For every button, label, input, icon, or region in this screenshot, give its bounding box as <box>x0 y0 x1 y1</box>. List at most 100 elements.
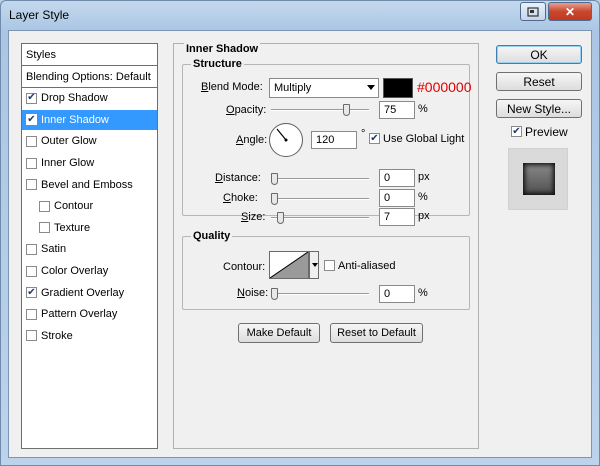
style-item-label: Satin <box>41 243 67 256</box>
style-item[interactable]: Outer Glow <box>22 131 157 153</box>
distance-label: Distance: <box>215 172 261 184</box>
panel-title: Inner Shadow <box>184 43 261 55</box>
size-unit: px <box>418 210 430 222</box>
styles-header[interactable]: Styles <box>22 44 157 66</box>
noise-slider-thumb[interactable] <box>271 288 278 300</box>
color-hex-label: #000000 <box>417 79 472 95</box>
blend-mode-value: Multiply <box>274 82 312 94</box>
structure-group: Structure Blend Mode: Multiply #000000 O… <box>182 58 472 226</box>
style-item-label: Outer Glow <box>41 135 97 148</box>
reset-to-default-button[interactable]: Reset to Default <box>330 323 423 343</box>
preview-swatch <box>523 163 555 195</box>
style-item[interactable]: Bevel and Emboss <box>22 174 157 196</box>
blend-mode-select[interactable]: Multiply <box>269 78 379 98</box>
distance-slider-thumb[interactable] <box>271 173 278 185</box>
style-item[interactable]: Texture <box>22 218 157 240</box>
style-item-checkbox[interactable] <box>26 265 37 277</box>
opacity-slider[interactable] <box>271 104 369 116</box>
style-item-label: Pattern Overlay <box>41 308 118 321</box>
dialog-body: Styles Blending Options: Default ✔ Drop S… <box>8 30 592 458</box>
distance-unit: px <box>418 171 430 183</box>
noise-unit: % <box>418 287 428 299</box>
make-default-button[interactable]: Make Default <box>238 323 320 343</box>
style-item-label: Bevel and Emboss <box>41 178 133 191</box>
blend-mode-label: Blend Mode: <box>201 81 263 93</box>
size-slider-thumb[interactable] <box>277 212 284 224</box>
style-item-label: Gradient Overlay <box>41 286 125 299</box>
preview-checkbox[interactable]: ✔ <box>511 126 522 137</box>
size-slider[interactable] <box>271 212 369 224</box>
opacity-input[interactable]: 75 <box>379 101 415 119</box>
reset-button[interactable]: Reset <box>496 72 582 91</box>
style-item-label: Color Overlay <box>41 265 109 278</box>
noise-label: Noise: <box>237 287 269 299</box>
size-input[interactable]: 7 <box>379 208 415 226</box>
style-item-checkbox[interactable] <box>39 222 50 234</box>
opacity-slider-thumb[interactable] <box>343 104 350 116</box>
style-item[interactable]: Color Overlay <box>22 261 157 283</box>
style-item-label: Stroke <box>41 329 73 342</box>
new-style-button[interactable]: New Style... <box>496 99 582 118</box>
style-item-checkbox[interactable] <box>26 157 37 169</box>
distance-input[interactable]: 0 <box>379 169 415 187</box>
help-button[interactable] <box>520 2 546 21</box>
style-item-label: Contour <box>54 200 94 213</box>
angle-dial[interactable] <box>269 123 303 157</box>
style-item[interactable]: Stroke <box>22 326 157 348</box>
style-item[interactable]: ✔ Drop Shadow <box>22 88 157 110</box>
shadow-color-swatch[interactable] <box>383 78 413 98</box>
style-item-label: Drop Shadow <box>41 92 108 105</box>
anti-aliased-checkbox[interactable] <box>324 260 335 271</box>
preview-label: Preview <box>525 125 568 139</box>
contour-dropdown-arrow[interactable] <box>309 251 319 279</box>
style-item-label: Inner Shadow <box>41 113 109 126</box>
style-item[interactable]: Pattern Overlay <box>22 304 157 326</box>
choke-label: Choke: <box>223 192 258 204</box>
style-item-checkbox[interactable] <box>39 200 50 212</box>
ok-button[interactable]: OK <box>496 45 582 64</box>
close-button[interactable]: ✕ <box>548 2 592 21</box>
style-item-checkbox[interactable] <box>26 243 37 255</box>
choke-slider[interactable] <box>271 193 369 205</box>
settings-panel: Inner Shadow Structure Blend Mode: Multi… <box>173 43 479 449</box>
layer-style-dialog: Layer Style ✕ Styles Blending Options: D… <box>0 0 600 466</box>
style-item-checkbox[interactable] <box>26 308 37 320</box>
style-item-checkbox[interactable]: ✔ <box>26 92 37 104</box>
size-label: Size: <box>241 211 266 223</box>
noise-slider[interactable] <box>271 288 369 300</box>
style-item[interactable]: Contour <box>22 196 157 218</box>
window-title: Layer Style <box>9 8 70 22</box>
style-item-checkbox[interactable]: ✔ <box>26 114 37 126</box>
style-item-checkbox[interactable] <box>26 135 37 147</box>
use-global-light-label: Use Global Light <box>383 133 465 145</box>
choke-unit: % <box>418 191 428 203</box>
quality-group: Quality Contour: Anti-aliased Noise: 0 % <box>182 230 470 310</box>
blending-options-item[interactable]: Blending Options: Default <box>22 66 157 88</box>
angle-label: Angle: <box>236 134 268 146</box>
style-item-label: Inner Glow <box>41 157 95 170</box>
angle-input[interactable]: 120 <box>311 131 357 149</box>
contour-label: Contour: <box>223 261 266 273</box>
angle-needle-icon <box>276 128 288 142</box>
style-item[interactable]: ✔ Gradient Overlay <box>22 282 157 304</box>
style-item[interactable]: ✔ Inner Shadow <box>22 109 157 132</box>
close-icon: ✕ <box>564 4 576 19</box>
noise-input[interactable]: 0 <box>379 285 415 303</box>
styles-list: Styles Blending Options: Default ✔ Drop S… <box>21 43 158 449</box>
contour-curve-icon <box>269 251 309 279</box>
angle-unit: ° <box>361 128 366 140</box>
style-item-checkbox[interactable] <box>26 330 37 342</box>
style-item-checkbox[interactable] <box>26 179 37 191</box>
style-item-checkbox[interactable]: ✔ <box>26 287 37 299</box>
contour-preview[interactable] <box>269 251 309 279</box>
quality-title: Quality <box>191 230 233 242</box>
distance-slider[interactable] <box>271 173 369 185</box>
style-item[interactable]: Satin <box>22 239 157 261</box>
structure-title: Structure <box>191 58 244 70</box>
style-item[interactable]: Inner Glow <box>22 153 157 175</box>
use-global-light-checkbox[interactable]: ✔ <box>369 133 380 144</box>
opacity-unit: % <box>418 103 428 115</box>
title-bar[interactable]: Layer Style ✕ <box>1 1 599 29</box>
choke-input[interactable]: 0 <box>379 189 415 207</box>
choke-slider-thumb[interactable] <box>271 193 278 205</box>
